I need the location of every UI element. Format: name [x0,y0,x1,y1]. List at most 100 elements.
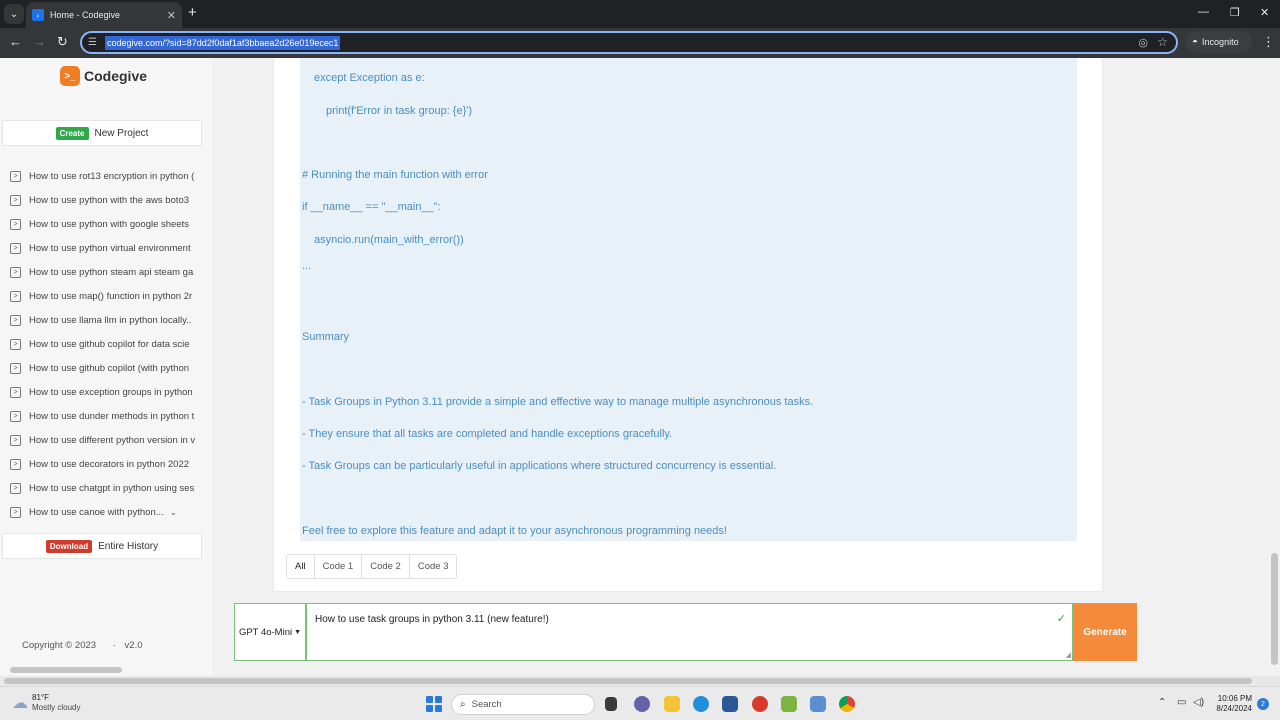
terminal-icon: > [10,314,21,326]
minimize-icon[interactable]: — [1198,6,1209,18]
history-item[interactable]: > How to use map() function in python 2r [10,284,204,308]
eye-off-icon[interactable]: ◎ [1138,36,1148,49]
volume-icon[interactable]: ◁) [1193,697,1204,708]
horizontal-scrollbar[interactable] [0,676,1280,686]
close-window-icon[interactable]: ✕ [1260,6,1269,19]
tab-code-3[interactable]: Code 3 [410,555,457,578]
chevron-up-icon[interactable]: ⌃ [1158,697,1166,708]
terminal-icon: > [10,506,21,518]
history-item[interactable]: > How to use python virtual environment [10,236,204,260]
clock-date: 8/24/2024 [1216,704,1252,713]
create-badge: Create [55,126,89,140]
history-list: > How to use rot13 encryption in python (… [10,164,204,524]
tab-code-2[interactable]: Code 2 [362,555,410,578]
history-item[interactable]: > How to use github copilot for data scie [10,332,204,356]
photos-app-icon[interactable] [810,696,826,712]
generate-button[interactable]: Generate [1073,603,1137,661]
close-tab-icon[interactable]: ✕ [167,9,176,22]
edge-browser-icon[interactable] [693,696,709,712]
code-tabs: All Code 1 Code 2 Code 3 [286,554,458,579]
terminal-icon: > [10,434,21,446]
history-item[interactable]: > How to use decorators in python 2022 [10,452,204,476]
browser-tab[interactable]: › Home - Codegive ✕ [26,2,182,28]
tab-title: Home - Codegive [50,10,121,20]
history-item[interactable]: > How to use dunder methods in python t [10,404,204,428]
bookmark-star-icon[interactable]: ☆ [1157,35,1168,49]
tab-list-icon[interactable]: ⌄ [4,4,24,24]
address-bar[interactable]: ☰ codegive.com/?sid=87dd2f0daf1af3bbaea2… [80,31,1178,54]
store-app-icon[interactable] [722,696,738,712]
download-history-button[interactable]: Download Entire History [2,533,202,559]
history-item[interactable]: > How to use rot13 encryption in python ( [10,164,204,188]
clock-time: 10:06 PM [1217,694,1252,703]
forward-icon[interactable]: → [33,34,46,50]
url-text[interactable]: codegive.com/?sid=87dd2f0daf1af3bbaea2d2… [105,36,341,50]
network-icon[interactable]: ▭ [1177,697,1186,708]
incognito-label: Incognito [1202,37,1239,47]
incognito-icon: ◓ [1192,36,1199,48]
reload-icon[interactable]: ↻ [57,34,68,50]
system-clock[interactable]: 10:06 PM 8/24/2024 [1212,694,1252,714]
site-info-icon[interactable]: ☰ [88,37,97,48]
separator-dot: · [112,640,116,651]
response-body: except Exception as e: print(f'Error in … [300,58,1077,541]
weather-widget[interactable]: ☁ 81°F Mostly cloudy [12,693,80,713]
history-item[interactable]: > How to use python with google sheets [10,212,204,236]
download-badge: Download [45,539,93,553]
incognito-badge[interactable]: ◓ Incognito [1186,31,1252,53]
sidebar: >_ Codegive Create New Project > How to u… [0,58,212,676]
file-explorer-icon[interactable] [664,696,680,712]
task-view-icon[interactable] [605,697,617,711]
tab-code-1[interactable]: Code 1 [315,555,363,578]
response-line: if __name__ == "__main__": [302,201,441,213]
notes-app-icon[interactable] [781,696,797,712]
history-item[interactable]: > How to use canoe with python... ⌄ [10,500,204,524]
version-text: v2.0 [124,640,143,651]
model-select-value: GPT 4o-Mini [238,626,293,638]
restore-icon[interactable]: ❐ [1230,6,1240,19]
page-scrollbar-thumb[interactable] [1271,553,1278,665]
chrome-browser-icon[interactable] [839,696,855,712]
windows-start-icon[interactable] [426,696,442,712]
copyright: Copyright © 2023 · v2.0 [22,640,143,651]
resize-grip-icon[interactable]: ◢ [1066,651,1071,659]
check-icon: ✓ [1056,613,1066,625]
response-line: print(f'Error in task group: {e}') [326,105,473,117]
history-item[interactable]: > How to use github copilot (with python [10,356,204,380]
history-item[interactable]: > How to use chatgpt in python using ses [10,476,204,500]
new-project-button[interactable]: Create New Project [2,120,202,146]
terminal-icon: > [10,170,21,182]
response-line: - Task Groups in Python 3.11 provide a s… [302,396,814,408]
prompt-text: How to use task groups in python 3.11 (n… [315,614,549,625]
tab-all[interactable]: All [287,555,315,578]
browser-tab-bar: ⌄ › Home - Codegive ✕ + — ❐ ✕ [0,0,1280,28]
search-placeholder: Search [471,699,502,710]
sidebar-scrollbar[interactable] [10,667,122,673]
history-item[interactable]: > How to use different python version in … [10,428,204,452]
history-item[interactable]: > How to use llama llm in python locally.… [10,308,204,332]
terminal-icon: > [10,290,21,302]
model-select[interactable]: GPT 4o-Mini ▼ [234,603,306,661]
history-item[interactable]: > How to use exception groups in python [10,380,204,404]
composer: GPT 4o-Mini ▼ How to use task groups in … [234,603,1137,661]
taskbar-search[interactable]: ⌕ Search [451,694,595,715]
search-icon: ⌕ [460,699,466,710]
new-project-label: New Project [94,127,149,139]
response-line: # Running the main function with error [302,169,488,181]
chevron-down-icon[interactable]: ⌄ [170,507,178,518]
history-item[interactable]: > How to use python with the aws boto3 [10,188,204,212]
new-tab-icon[interactable]: + [188,5,197,21]
browser-toolbar: ← → ↻ ☰ codegive.com/?sid=87dd2f0daf1af3… [0,28,1280,58]
terminal-icon: > [10,194,21,206]
back-icon[interactable]: ← [9,34,22,50]
terminal-icon: > [10,410,21,422]
logo[interactable]: >_ Codegive [60,66,147,86]
chat-app-icon[interactable] [634,696,650,712]
prompt-input[interactable]: How to use task groups in python 3.11 (n… [306,603,1073,661]
history-item[interactable]: > How to use python steam api steam ga [10,260,204,284]
horizontal-scrollbar-thumb[interactable] [4,678,1252,684]
response-line: except Exception as e: [314,72,425,84]
notification-badge[interactable]: 2 [1257,698,1269,710]
browser-menu-icon[interactable]: ⋮ [1262,34,1275,50]
red-app-icon[interactable] [752,696,768,712]
